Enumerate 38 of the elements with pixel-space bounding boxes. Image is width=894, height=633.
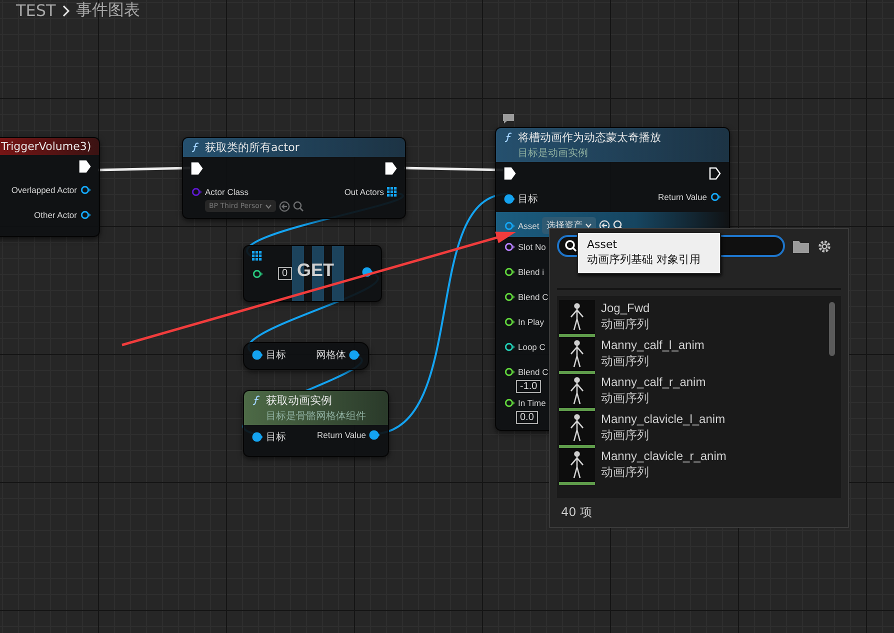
asset-name: Manny_calf_l_anim [601, 337, 704, 353]
asset-type: 动画序列 [601, 464, 650, 481]
pin-label: In Time [518, 398, 546, 408]
pin-label: 网格体 [316, 348, 346, 362]
asset-name: Manny_calf_r_anim [601, 374, 706, 390]
asset-type: 动画序列 [601, 427, 650, 444]
pin-label: Return Value [317, 430, 366, 440]
node-subtitle: 目标是动画实例 [517, 146, 589, 160]
pin-label: In Play [518, 317, 544, 327]
asset-name: Manny_clavicle_r_anim [601, 448, 726, 464]
node-title: 获取类的所有actor [205, 140, 300, 155]
node-subtitle: 目标是骨骼网格体组件 [265, 410, 367, 423]
pin-label: Return Value [658, 192, 707, 202]
pin-label: Other Actor [34, 210, 77, 220]
pin-label: Loop C [518, 342, 546, 352]
pin-label: 目标 [266, 348, 286, 362]
pin-label: Blend i [518, 267, 544, 277]
pin-label: Asset [518, 220, 540, 230]
asset-type: 动画序列 [601, 353, 650, 370]
node-title: GET [297, 260, 334, 281]
node-title: 将槽动画作为动态蒙太奇播放 [518, 130, 661, 145]
node-title: TriggerVolume3) [1, 140, 92, 153]
pin-label: Blend C [518, 367, 548, 377]
asset-type: 动画序列 [601, 316, 650, 333]
node-title: 获取动画实例 [266, 393, 332, 408]
asset-name: Jog_Fwd [601, 300, 650, 316]
pin-label: Slot No [518, 242, 546, 252]
tooltip-text: 动画序列基础 对象引用 [587, 252, 702, 267]
pin-label: 目标 [518, 192, 538, 206]
asset-type: 动画序列 [601, 390, 650, 407]
asset-name: Manny_clavicle_l_anim [601, 411, 726, 427]
pin-label: 目标 [266, 430, 286, 444]
tooltip-title: Asset [587, 238, 618, 251]
pin-label: Out Actors [344, 187, 384, 197]
pin-label: Blend C [518, 292, 548, 302]
pin-label: Overlapped Actor [11, 185, 77, 195]
item-count: 40 项 [561, 504, 592, 521]
pin-label: Actor Class [205, 187, 248, 197]
